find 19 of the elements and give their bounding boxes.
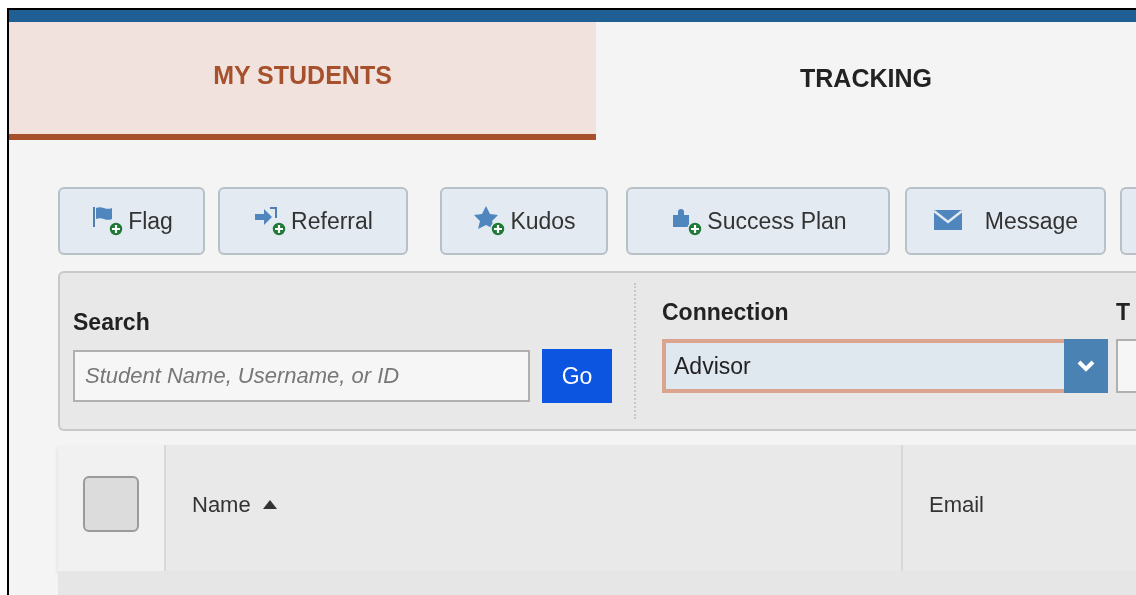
star-plus-icon xyxy=(472,205,507,237)
go-button[interactable]: Go xyxy=(542,349,612,403)
arrow-plus-icon xyxy=(253,205,288,237)
toolbar-button[interactable]: Flag xyxy=(58,187,205,255)
tab[interactable]: MY STUDENTS xyxy=(9,22,596,140)
filter-label: Search xyxy=(73,308,151,337)
connection-dropdown[interactable]: Advisor xyxy=(662,339,1108,393)
toolbar-button[interactable]: Message xyxy=(905,187,1106,255)
column-header[interactable]: Email xyxy=(903,445,1136,571)
toolbar-button[interactable]: Referral xyxy=(218,187,408,255)
filter-label: T xyxy=(1116,298,1132,327)
chevron-down-icon xyxy=(1076,359,1096,373)
filter-field[interactable] xyxy=(1116,339,1136,393)
filter-label: Connection xyxy=(662,298,790,327)
toolbar-button[interactable]: Success Plan xyxy=(626,187,890,255)
flag-plus-icon xyxy=(90,205,125,237)
toolbar-button[interactable]: Kudos xyxy=(440,187,608,255)
select-all-checkbox[interactable] xyxy=(83,476,139,532)
search-field[interactable]: Student Name, Username, or ID xyxy=(73,350,530,402)
